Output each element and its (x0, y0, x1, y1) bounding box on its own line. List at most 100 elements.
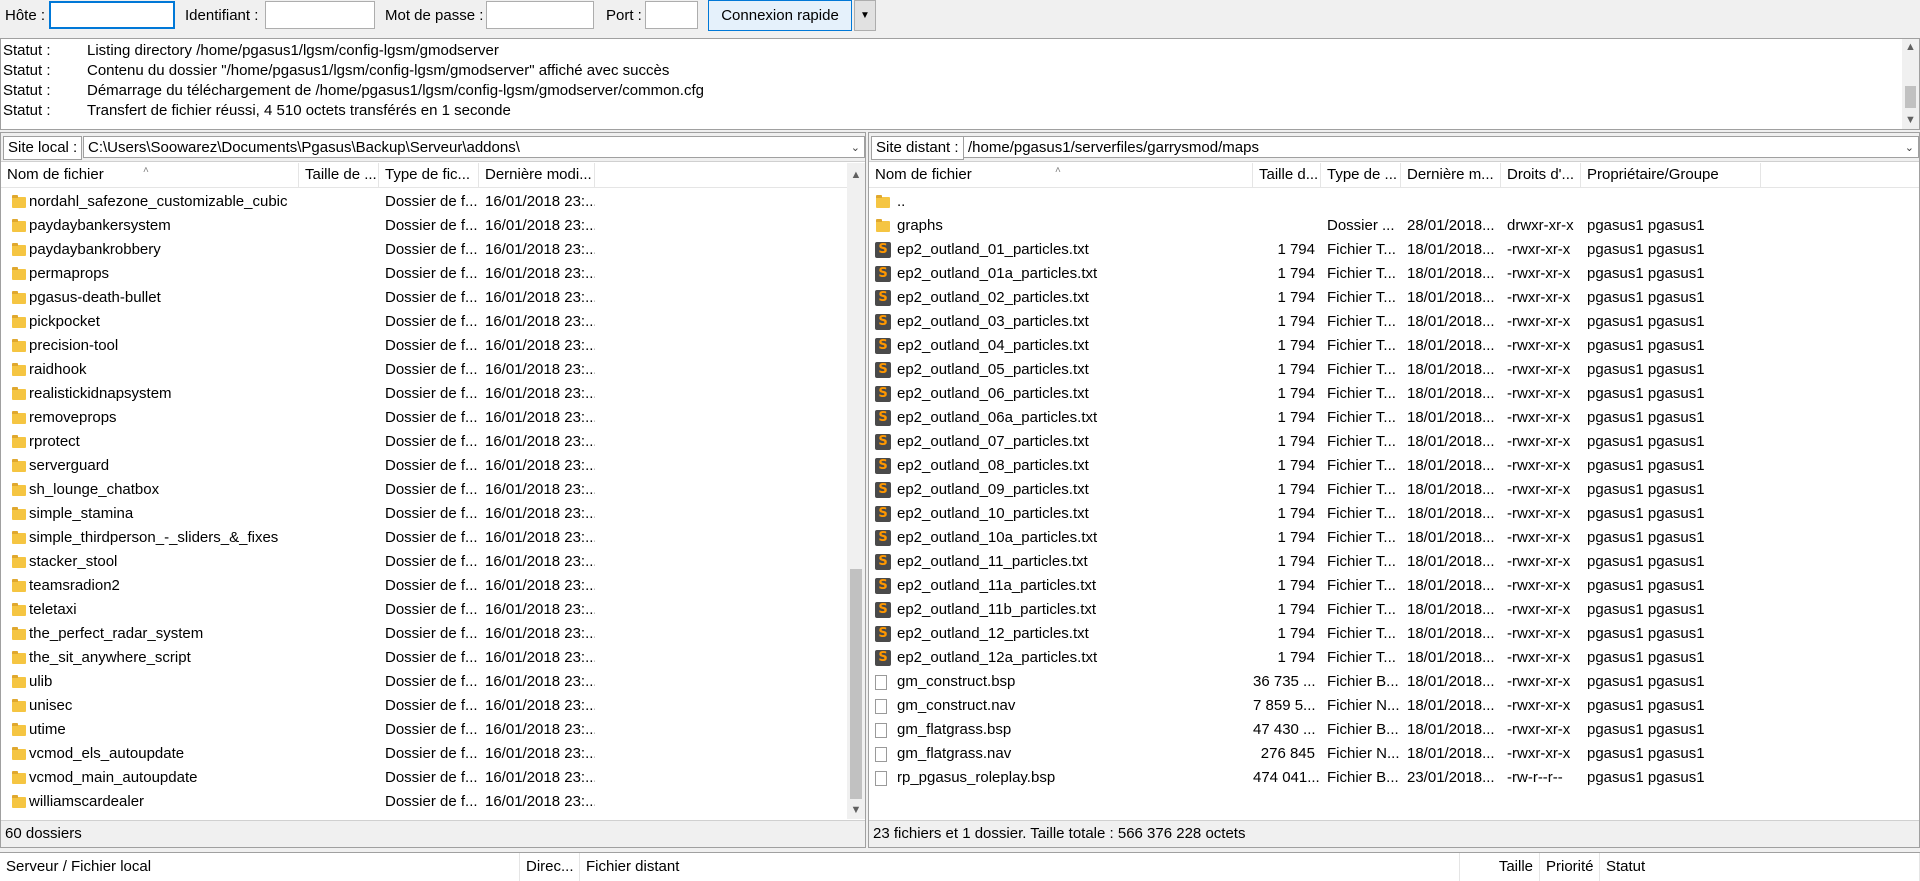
file-name: ep2_outland_01a_particles.txt (897, 265, 1098, 282)
column-header-direction[interactable]: Direc... (520, 853, 580, 881)
column-header-filename[interactable]: Nom de fichier ˄ (869, 163, 1253, 187)
column-header-filesize[interactable]: Taille d... (1253, 163, 1321, 187)
local-file-row[interactable]: utime Dossier de f... 16/01/2018 23:... (1, 718, 847, 742)
column-header-status[interactable]: Statut (1600, 853, 1920, 881)
file-owner-group: pgasus1 pgasus1 (1587, 481, 1705, 498)
local-path-combobox[interactable]: C:\Users\Soowarez\Documents\Pgasus\Backu… (83, 136, 865, 158)
local-file-row[interactable]: the_sit_anywhere_script Dossier de f... 16… (1, 646, 847, 670)
local-file-row[interactable]: stacker_stool Dossier de f... 16/01/2018 2… (1, 550, 847, 574)
local-file-row[interactable]: teamsradion2 Dossier de f... 16/01/2018 23… (1, 574, 847, 598)
column-header-filetype[interactable]: Type de fic... (379, 163, 479, 187)
file-type: Dossier de f... (385, 697, 478, 714)
file-permissions: drwxr-xr-x (1507, 217, 1574, 234)
file-type: Dossier de f... (385, 409, 478, 426)
file-name: ep2_outland_06a_particles.txt (897, 409, 1098, 426)
remote-file-row[interactable]: ep2_outland_12_particles.txt 1 794 Fichier… (869, 622, 1919, 646)
remote-path-combobox[interactable]: /home/pgasus1/serverfiles/garrysmod/maps… (963, 136, 1919, 158)
file-modified: 16/01/2018 23:... (485, 265, 595, 282)
column-header-remote-file[interactable]: Fichier distant (580, 853, 1460, 881)
file-owner-group: pgasus1 pgasus1 (1587, 337, 1705, 354)
remote-file-row[interactable]: ep2_outland_01a_particles.txt 1 794 Fichie… (869, 262, 1919, 286)
local-file-row[interactable]: williamscardealer Dossier de f... 16/01/20… (1, 790, 847, 814)
remote-file-row[interactable]: graphs Dossier ... 28/01/2018... drwxr-xr-x… (869, 214, 1919, 238)
log-line: Statut : Démarrage du téléchargement de /… (3, 82, 704, 99)
folder-icon (11, 410, 27, 426)
local-file-row[interactable]: rprotect Dossier de f... 16/01/2018 23:... (1, 430, 847, 454)
username-input[interactable] (265, 1, 375, 29)
column-header-last-modified[interactable]: Dernière m... (1401, 163, 1501, 187)
file-name: .. (897, 193, 906, 210)
local-file-row[interactable]: paydaybankersystem Dossier de f... 16/01/2… (1, 214, 847, 238)
local-file-row[interactable]: precision-tool Dossier de f... 16/01/2018 … (1, 334, 847, 358)
column-header-owner-group[interactable]: Propriétaire/Groupe (1581, 163, 1761, 187)
column-header-filename[interactable]: Nom de fichier ˄ (1, 163, 299, 187)
scroll-up-icon[interactable]: ▲ (1902, 39, 1919, 56)
quickconnect-button[interactable]: Connexion rapide (708, 0, 852, 31)
remote-file-row[interactable]: ep2_outland_04_particles.txt 1 794 Fichier… (869, 334, 1919, 358)
scroll-up-icon[interactable]: ▲ (847, 167, 865, 184)
local-file-row[interactable]: vcmod_els_autoupdate Dossier de f... 16/01… (1, 742, 847, 766)
quickconnect-history-dropdown[interactable]: ▼ (854, 0, 876, 31)
local-file-row[interactable]: the_perfect_radar_system Dossier de f... 1… (1, 622, 847, 646)
remote-file-row[interactable]: ep2_outland_10_particles.txt 1 794 Fichier… (869, 502, 1919, 526)
remote-file-row[interactable]: rp_pgasus_roleplay.bsp 474 041... Fichier … (869, 766, 1919, 790)
remote-file-row[interactable]: ep2_outland_11_particles.txt 1 794 Fichier… (869, 550, 1919, 574)
remote-file-row[interactable]: ep2_outland_06_particles.txt 1 794 Fichier… (869, 382, 1919, 406)
local-file-row[interactable]: vcmod_main_autoupdate Dossier de f... 16/0… (1, 766, 847, 790)
host-input[interactable] (49, 1, 175, 29)
remote-file-row[interactable]: .. (869, 190, 1919, 214)
local-file-row[interactable]: simple_thirdperson_-_sliders_&_fixes Doss… (1, 526, 847, 550)
local-file-row[interactable]: raidhook Dossier de f... 16/01/2018 23:... (1, 358, 847, 382)
file-name: ep2_outland_05_particles.txt (897, 361, 1089, 378)
local-file-row[interactable]: nordahl_safezone_customizable_cubic Dossi… (1, 190, 847, 214)
remote-file-row[interactable]: ep2_outland_02_particles.txt 1 794 Fichier… (869, 286, 1919, 310)
local-file-row[interactable]: pgasus-death-bullet Dossier de f... 16/01/… (1, 286, 847, 310)
local-file-row[interactable]: simple_stamina Dossier de f... 16/01/2018 … (1, 502, 847, 526)
port-input[interactable] (645, 1, 698, 29)
scrollbar-thumb[interactable] (1905, 86, 1916, 108)
remote-file-row[interactable]: ep2_outland_12a_particles.txt 1 794 Fichie… (869, 646, 1919, 670)
local-file-row[interactable]: permaprops Dossier de f... 16/01/2018 23:.… (1, 262, 847, 286)
scrollbar-thumb[interactable] (850, 569, 862, 799)
local-file-row[interactable]: paydaybankrobbery Dossier de f... 16/01/20… (1, 238, 847, 262)
local-file-list-scrollbar[interactable]: ▲ ▼ (847, 163, 865, 819)
remote-file-row[interactable]: ep2_outland_08_particles.txt 1 794 Fichier… (869, 454, 1919, 478)
file-owner-group: pgasus1 pgasus1 (1587, 265, 1705, 282)
column-header-permissions[interactable]: Droits d'... (1501, 163, 1581, 187)
remote-file-row[interactable]: ep2_outland_03_particles.txt 1 794 Fichier… (869, 310, 1919, 334)
remote-file-row[interactable]: gm_construct.nav 7 859 5... Fichier N... 18… (869, 694, 1919, 718)
remote-file-row[interactable]: ep2_outland_11b_particles.txt 1 794 Fichie… (869, 598, 1919, 622)
scroll-down-icon[interactable]: ▼ (1902, 112, 1919, 129)
column-header-size[interactable]: Taille (1460, 853, 1540, 881)
column-header-filetype[interactable]: Type de ... (1321, 163, 1401, 187)
column-header-server-local-file[interactable]: Serveur / Fichier local (0, 853, 520, 881)
column-header-last-modified[interactable]: Dernière modi... (479, 163, 595, 187)
local-file-row[interactable]: ulib Dossier de f... 16/01/2018 23:... (1, 670, 847, 694)
log-scrollbar[interactable]: ▲ ▼ (1902, 39, 1919, 129)
local-file-row[interactable]: realistickidnapsystem Dossier de f... 16/0… (1, 382, 847, 406)
local-file-row[interactable]: pickpocket Dossier de f... 16/01/2018 23:.… (1, 310, 847, 334)
remote-file-row[interactable]: ep2_outland_11a_particles.txt 1 794 Fichie… (869, 574, 1919, 598)
remote-file-row[interactable]: ep2_outland_01_particles.txt 1 794 Fichier… (869, 238, 1919, 262)
file-modified: 18/01/2018... (1407, 289, 1495, 306)
remote-file-row[interactable]: ep2_outland_07_particles.txt 1 794 Fichier… (869, 430, 1919, 454)
remote-file-row[interactable]: gm_flatgrass.nav 276 845 Fichier N... 18/01… (869, 742, 1919, 766)
file-modified: 18/01/2018... (1407, 601, 1495, 618)
local-file-row[interactable]: removeprops Dossier de f... 16/01/2018 23:… (1, 406, 847, 430)
remote-file-row[interactable]: ep2_outland_09_particles.txt 1 794 Fichier… (869, 478, 1919, 502)
remote-file-row[interactable]: gm_flatgrass.bsp 47 430 ... Fichier B... 18… (869, 718, 1919, 742)
remote-file-row[interactable]: gm_construct.bsp 36 735 ... Fichier B... 18… (869, 670, 1919, 694)
local-file-row[interactable]: unisec Dossier de f... 16/01/2018 23:... (1, 694, 847, 718)
local-file-row[interactable]: serverguard Dossier de f... 16/01/2018 23:… (1, 454, 847, 478)
local-file-row[interactable]: sh_lounge_chatbox Dossier de f... 16/01/20… (1, 478, 847, 502)
local-file-row[interactable]: teletaxi Dossier de f... 16/01/2018 23:... (1, 598, 847, 622)
file-owner-group: pgasus1 pgasus1 (1587, 625, 1705, 642)
remote-file-row[interactable]: ep2_outland_10a_particles.txt 1 794 Fichie… (869, 526, 1919, 550)
password-input[interactable] (486, 1, 594, 29)
column-header-filesize[interactable]: Taille de ... (299, 163, 379, 187)
remote-file-row[interactable]: ep2_outland_06a_particles.txt 1 794 Fichie… (869, 406, 1919, 430)
column-header-priority[interactable]: Priorité (1540, 853, 1600, 881)
message-log[interactable]: Statut : Listing directory /home/pgasus1/… (0, 38, 1920, 130)
remote-file-row[interactable]: ep2_outland_05_particles.txt 1 794 Fichier… (869, 358, 1919, 382)
scroll-down-icon[interactable]: ▼ (847, 802, 865, 819)
